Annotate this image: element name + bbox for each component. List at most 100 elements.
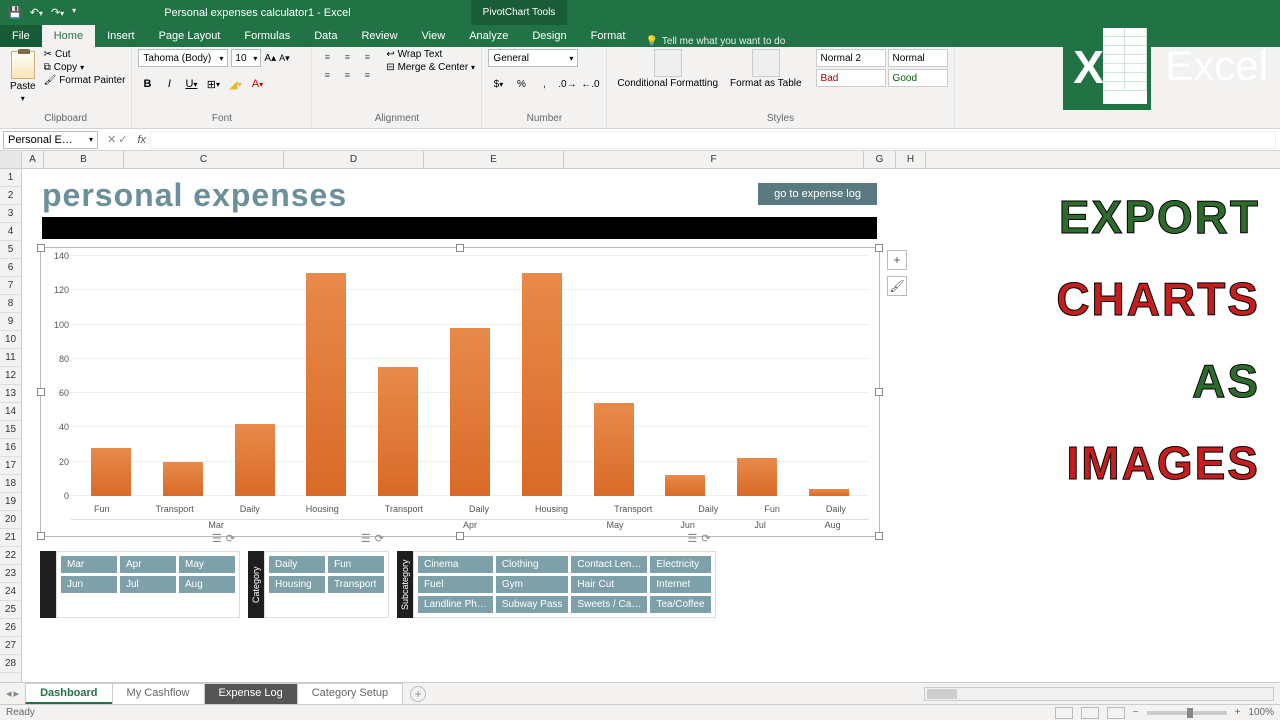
resize-handle[interactable]: [456, 244, 464, 252]
slicer-item[interactable]: Hair Cut: [571, 576, 647, 593]
sheet-tab[interactable]: My Cashflow: [112, 683, 205, 704]
italic-button[interactable]: I: [160, 75, 178, 93]
resize-handle[interactable]: [875, 388, 883, 396]
row-header[interactable]: 10: [0, 331, 21, 349]
slicer-item[interactable]: Jul: [120, 576, 176, 593]
resize-handle[interactable]: [37, 388, 45, 396]
slicer-item[interactable]: Fun: [328, 556, 384, 573]
row-header[interactable]: 15: [0, 421, 21, 439]
page-layout-view-icon[interactable]: [1081, 707, 1099, 719]
chart-bar[interactable]: [737, 458, 777, 496]
cell-styles-gallery[interactable]: Normal 2 Normal Bad Good: [816, 49, 948, 87]
conditional-formatting-button[interactable]: Conditional Formatting: [613, 49, 722, 89]
column-header[interactable]: H: [896, 151, 926, 168]
row-header[interactable]: 16: [0, 439, 21, 457]
slicer-item[interactable]: Aug: [179, 576, 235, 593]
ribbon-tab-analyze[interactable]: Analyze: [457, 25, 520, 47]
row-header[interactable]: 20: [0, 511, 21, 529]
copy-button[interactable]: ⧉Copy ▾: [44, 62, 126, 73]
merge-center-button[interactable]: ⊟ Merge & Center ▾: [386, 62, 475, 73]
slicer-item[interactable]: Mar: [61, 556, 117, 573]
column-header[interactable]: A: [22, 151, 44, 168]
worksheet-grid[interactable]: 1234567891011121314151617181920212223242…: [0, 169, 1280, 709]
decrease-decimal-icon[interactable]: ←.0: [580, 75, 600, 93]
row-header[interactable]: 28: [0, 655, 21, 673]
slicer-item[interactable]: Clothing: [496, 556, 569, 573]
increase-decimal-icon[interactable]: .0→: [557, 75, 577, 93]
slicer-item[interactable]: Jun: [61, 576, 117, 593]
resize-handle[interactable]: [37, 532, 45, 540]
ribbon-tab-format[interactable]: Format: [579, 25, 638, 47]
format-painter-button[interactable]: 🖌Format Painter: [44, 75, 126, 86]
goto-expense-log-button[interactable]: go to expense log: [758, 183, 877, 205]
save-icon[interactable]: 💾: [8, 6, 22, 19]
chart-bar[interactable]: [522, 273, 562, 496]
row-header[interactable]: 4: [0, 223, 21, 241]
row-header[interactable]: 25: [0, 601, 21, 619]
row-header[interactable]: 5: [0, 241, 21, 259]
slicer-item[interactable]: Gym: [496, 576, 569, 593]
font-size-select[interactable]: 10▾: [231, 49, 261, 67]
cut-button[interactable]: ✂Cut: [44, 49, 126, 60]
resize-handle[interactable]: [875, 244, 883, 252]
chart-bar[interactable]: [378, 367, 418, 496]
row-header[interactable]: 19: [0, 493, 21, 511]
row-header[interactable]: 24: [0, 583, 21, 601]
row-header[interactable]: 13: [0, 385, 21, 403]
ribbon-tab-formulas[interactable]: Formulas: [232, 25, 302, 47]
column-header[interactable]: D: [284, 151, 424, 168]
ribbon-tab-file[interactable]: File: [0, 25, 42, 47]
ribbon-tab-design[interactable]: Design: [520, 25, 578, 47]
slicer-item[interactable]: Landline Ph…: [418, 596, 493, 613]
row-header[interactable]: 27: [0, 637, 21, 655]
page-break-view-icon[interactable]: [1107, 707, 1125, 719]
chart-bar[interactable]: [306, 273, 346, 496]
normal-view-icon[interactable]: [1055, 707, 1073, 719]
slicer-item[interactable]: Fuel: [418, 576, 493, 593]
align-top-icon[interactable]: ≡: [318, 49, 336, 65]
chart-bar[interactable]: [91, 448, 131, 496]
row-header[interactable]: 23: [0, 565, 21, 583]
name-box[interactable]: Personal E…▾: [3, 131, 98, 149]
ribbon-tab-home[interactable]: Home: [42, 25, 95, 47]
chart-bar[interactable]: [665, 475, 705, 496]
slicer-item[interactable]: Daily: [269, 556, 325, 573]
align-middle-icon[interactable]: ≡: [338, 49, 356, 65]
chart-bar[interactable]: [594, 403, 634, 496]
row-header[interactable]: 17: [0, 457, 21, 475]
slicer-item[interactable]: Contact Len…: [571, 556, 647, 573]
font-family-select[interactable]: Tahoma (Body)▾: [138, 49, 228, 67]
comma-icon[interactable]: ,: [534, 75, 554, 93]
fx-icon[interactable]: fx: [133, 134, 150, 146]
row-header[interactable]: 2: [0, 187, 21, 205]
ribbon-tab-view[interactable]: View: [410, 25, 458, 47]
slicer-item[interactable]: May: [179, 556, 235, 573]
font-color-button[interactable]: A▾: [248, 75, 266, 93]
percent-icon[interactable]: %: [511, 75, 531, 93]
tab-nav-prev-icon[interactable]: ◂: [6, 687, 12, 700]
select-all-corner[interactable]: [0, 151, 22, 168]
zoom-slider[interactable]: [1147, 711, 1227, 715]
horizontal-scrollbar[interactable]: [924, 687, 1274, 701]
wrap-text-button[interactable]: ↩ Wrap Text: [386, 49, 475, 60]
column-header[interactable]: C: [124, 151, 284, 168]
row-header[interactable]: 9: [0, 313, 21, 331]
tell-me-search[interactable]: 💡 Tell me what you want to do: [645, 36, 785, 47]
clear-filter-icon[interactable]: ⟳: [375, 532, 384, 545]
format-as-table-button[interactable]: Format as Table: [726, 49, 806, 89]
redo-icon[interactable]: ↷▾: [51, 6, 64, 19]
resize-handle[interactable]: [37, 244, 45, 252]
slicer-item[interactable]: Housing: [269, 576, 325, 593]
ribbon-tab-page-layout[interactable]: Page Layout: [147, 25, 233, 47]
enter-icon[interactable]: ✓: [118, 133, 127, 146]
border-button[interactable]: ⊞▾: [204, 75, 222, 93]
chart-bar[interactable]: [163, 462, 203, 496]
row-header[interactable]: 3: [0, 205, 21, 223]
chart-elements-button[interactable]: +: [887, 250, 907, 270]
row-header[interactable]: 18: [0, 475, 21, 493]
slicer-item[interactable]: Sweets / Ca…: [571, 596, 647, 613]
column-header[interactable]: G: [864, 151, 896, 168]
row-header[interactable]: 26: [0, 619, 21, 637]
align-right-icon[interactable]: ≡: [358, 67, 376, 83]
slicer-item[interactable]: Subway Pass: [496, 596, 569, 613]
